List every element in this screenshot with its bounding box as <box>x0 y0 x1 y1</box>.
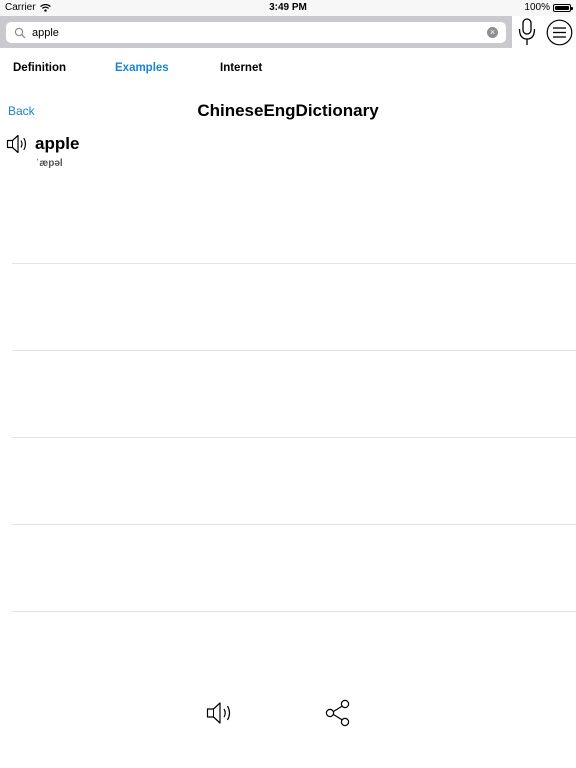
tab-examples[interactable]: Examples <box>115 62 169 74</box>
speaker-icon[interactable] <box>206 700 236 726</box>
page-title: ChineseEngDictionary <box>197 101 379 120</box>
clear-icon[interactable]: × <box>487 27 498 38</box>
row-divider <box>12 437 576 438</box>
battery-percent: 100% <box>524 2 550 13</box>
row-divider <box>12 350 576 351</box>
search-field-container[interactable]: × <box>6 22 506 43</box>
search-input[interactable] <box>32 26 472 39</box>
tab-bar: Definition Examples Internet <box>0 56 576 84</box>
tab-internet[interactable]: Internet <box>220 62 262 74</box>
row-divider <box>12 611 576 612</box>
battery-group: 100% <box>524 2 573 13</box>
headword: apple <box>35 134 80 153</box>
search-bar: × <box>0 16 512 48</box>
microphone-icon[interactable] <box>516 17 538 47</box>
row-divider <box>12 524 576 525</box>
speaker-icon[interactable] <box>6 133 30 155</box>
tab-definition[interactable]: Definition <box>13 62 66 74</box>
share-icon[interactable] <box>324 699 352 727</box>
status-time: 3:49 PM <box>269 2 307 13</box>
phonetic-transcription: ˈæpəl <box>36 158 63 169</box>
status-bar: Carrier 3:49 PM 100% <box>0 0 576 16</box>
battery-icon <box>553 3 573 12</box>
menu-icon[interactable] <box>546 19 573 46</box>
row-divider <box>12 263 576 264</box>
search-icon <box>14 27 26 38</box>
